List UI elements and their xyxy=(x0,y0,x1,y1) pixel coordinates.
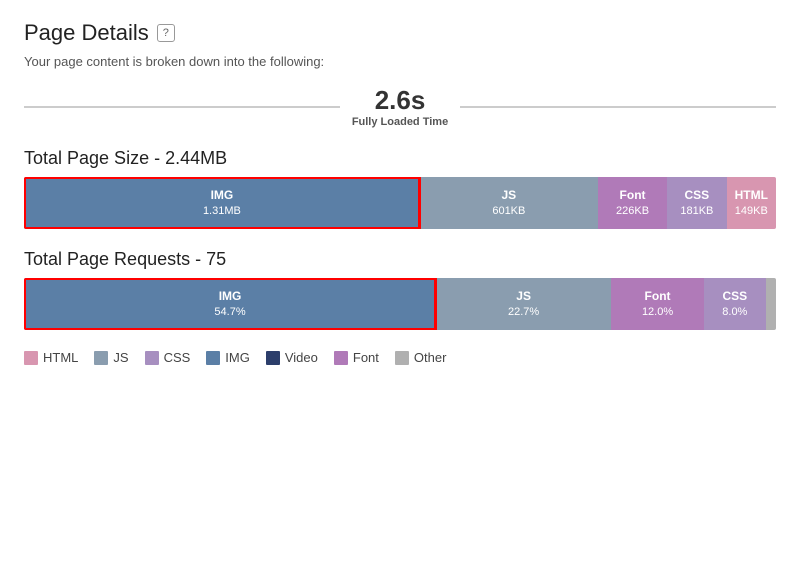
bar-segment-js[interactable]: JS22.7% xyxy=(436,278,611,330)
legend-item-font: Font xyxy=(334,350,379,365)
bar-segment-font[interactable]: Font12.0% xyxy=(611,278,704,330)
bar-segment-html[interactable]: HTML149KB xyxy=(727,177,776,229)
legend-label-html: HTML xyxy=(43,350,78,365)
timeline-label: 2.6s Fully Loaded Time xyxy=(340,85,460,128)
help-icon[interactable]: ? xyxy=(157,24,175,42)
legend-swatch-video xyxy=(266,351,280,365)
legend-label-js: JS xyxy=(113,350,128,365)
bar-segment-css[interactable]: CSS8.0% xyxy=(704,278,766,330)
legend-swatch-html xyxy=(24,351,38,365)
requests-bar-chart: IMG54.7%JS22.7%Font12.0%CSS8.0% xyxy=(24,278,776,330)
bar-segment-img[interactable]: IMG54.7% xyxy=(24,278,436,330)
legend-item-img: IMG xyxy=(206,350,250,365)
legend-label-css: CSS xyxy=(164,350,191,365)
legend-label-img: IMG xyxy=(225,350,250,365)
subtitle: Your page content is broken down into th… xyxy=(24,54,776,69)
page-title-row: Page Details ? xyxy=(24,20,776,46)
page-title: Page Details xyxy=(24,20,149,46)
legend-label-other: Other xyxy=(414,350,447,365)
legend: HTML JS CSS IMG Video Font Other xyxy=(24,350,776,365)
bar-segment-font[interactable]: Font226KB xyxy=(598,177,667,229)
legend-swatch-css xyxy=(145,351,159,365)
bar-segment-css[interactable]: CSS181KB xyxy=(667,177,726,229)
timeline-sublabel: Fully Loaded Time xyxy=(352,116,448,128)
legend-item-js: JS xyxy=(94,350,128,365)
legend-swatch-other xyxy=(395,351,409,365)
legend-swatch-js xyxy=(94,351,108,365)
legend-swatch-img xyxy=(206,351,220,365)
size-bar-chart: IMG1.31MBJS601KBFont226KBCSS181KBHTML149… xyxy=(24,177,776,229)
requests-chart-title: Total Page Requests - 75 xyxy=(24,249,776,270)
legend-label-font: Font xyxy=(353,350,379,365)
legend-item-other: Other xyxy=(395,350,447,365)
legend-label-video: Video xyxy=(285,350,318,365)
bar-segment-js[interactable]: JS601KB xyxy=(420,177,598,229)
timeline-value: 2.6s xyxy=(352,85,448,116)
bar-segment-other[interactable] xyxy=(766,278,776,330)
legend-swatch-font xyxy=(334,351,348,365)
legend-item-video: Video xyxy=(266,350,318,365)
bar-segment-img[interactable]: IMG1.31MB xyxy=(24,177,420,229)
legend-item-html: HTML xyxy=(24,350,78,365)
legend-item-css: CSS xyxy=(145,350,191,365)
size-chart-title: Total Page Size - 2.44MB xyxy=(24,148,776,169)
timeline-container: 2.6s Fully Loaded Time xyxy=(24,85,776,128)
